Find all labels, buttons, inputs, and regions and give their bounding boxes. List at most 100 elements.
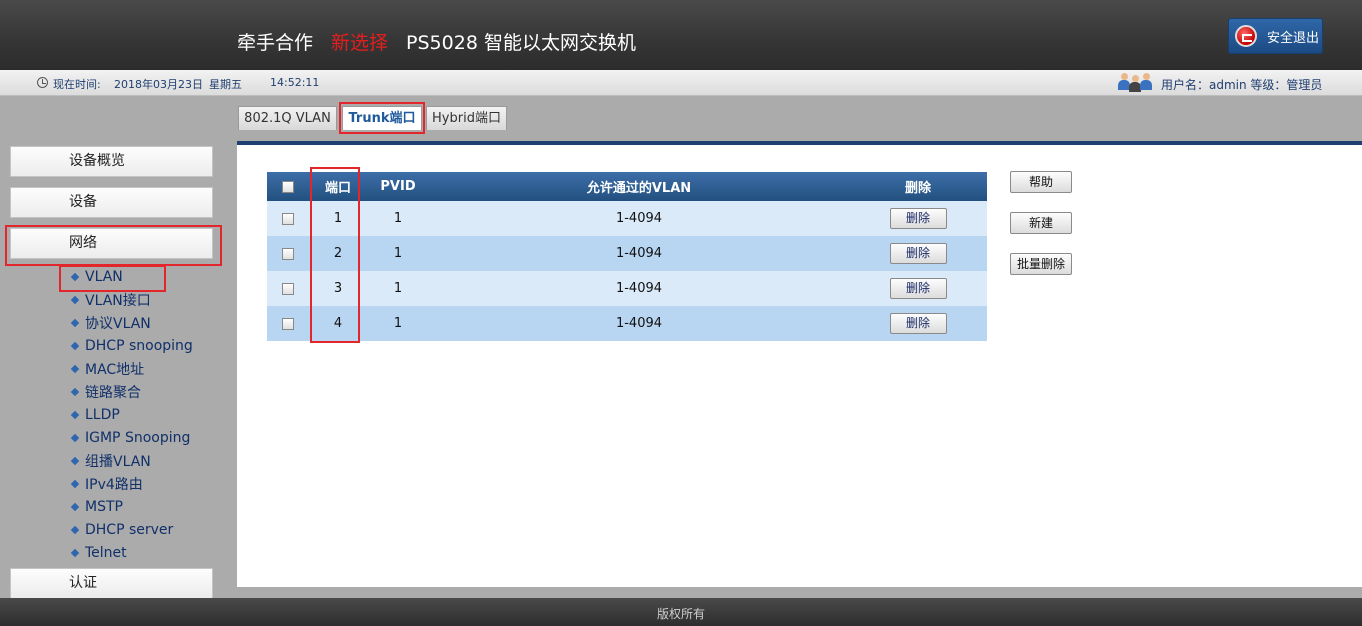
batch-delete-button[interactable]: 批量删除 <box>1010 253 1072 275</box>
submenu-label: 链路聚合 <box>85 384 141 401</box>
table-row: 1 1 1-4094 删除 <box>267 201 987 236</box>
row-checkbox[interactable] <box>282 282 294 295</box>
cell-allowed-vlan: 1-4094 <box>429 201 849 236</box>
submenu-item-mac-address[interactable]: MAC地址 <box>70 357 193 380</box>
select-all-checkbox[interactable] <box>282 180 294 193</box>
delete-row-button[interactable]: 删除 <box>889 278 947 299</box>
submenu-item-dhcp-snooping[interactable]: DHCP snooping <box>70 334 193 357</box>
brand-slogan: 牵手合作 <box>237 32 314 54</box>
submenu-label: VLAN <box>85 268 123 285</box>
cell-pvid: 1 <box>367 201 429 236</box>
tab-8021q-vlan[interactable]: 802.1Q VLAN <box>238 106 337 130</box>
submenu-label: Telnet <box>85 544 127 561</box>
current-time: 14:52:11 <box>270 76 320 89</box>
cell-pvid: 1 <box>367 236 429 271</box>
delete-row-button[interactable]: 删除 <box>889 313 947 334</box>
bullet-icon <box>70 548 80 557</box>
submenu-label: VLAN接口 <box>85 292 151 309</box>
cell-delete: 删除 <box>849 306 987 341</box>
clock-icon <box>37 77 48 88</box>
row-checkbox-cell <box>267 201 309 236</box>
submenu-item-telnet[interactable]: Telnet <box>70 541 193 564</box>
cell-delete: 删除 <box>849 271 987 306</box>
submenu-item-vlan[interactable]: VLAN <box>70 265 193 288</box>
sidebar-item-overview[interactable]: 设备概览 <box>10 146 213 177</box>
submenu-item-ipv4-routing[interactable]: IPv4路由 <box>70 472 193 495</box>
table-row: 3 1 1-4094 删除 <box>267 271 987 306</box>
cell-port: 1 <box>309 201 367 236</box>
cell-port: 3 <box>309 271 367 306</box>
trunk-port-content: 端口 PVID 允许通过的VLAN 删除 1 1 1-4094 删除 2 1 1… <box>237 145 1362 587</box>
bullet-icon <box>70 295 80 304</box>
submenu-item-protocol-vlan[interactable]: 协议VLAN <box>70 311 193 334</box>
submenu-item-vlan-interface[interactable]: VLAN接口 <box>70 288 193 311</box>
main-panel: 802.1Q VLAN Trunk端口 Hybrid端口 端口 PVID 允许通… <box>237 96 1362 598</box>
cell-allowed-vlan: 1-4094 <box>429 271 849 306</box>
submenu-label: 协议VLAN <box>85 315 151 332</box>
submenu-item-mstp[interactable]: MSTP <box>70 495 193 518</box>
row-checkbox[interactable] <box>282 247 294 260</box>
bullet-icon <box>70 364 80 373</box>
submenu-item-igmp-snooping[interactable]: IGMP Snooping <box>70 426 193 449</box>
sidebar-item-authentication[interactable]: 认证 <box>10 568 213 598</box>
bullet-icon <box>70 456 80 465</box>
row-checkbox-cell <box>267 271 309 306</box>
brand-slogan-accent: 新选择 <box>331 32 389 54</box>
cell-delete: 删除 <box>849 201 987 236</box>
submenu-label: MAC地址 <box>85 361 145 378</box>
current-weekday: 星期五 <box>209 78 242 91</box>
new-button[interactable]: 新建 <box>1010 212 1072 234</box>
submenu-item-link-aggregation[interactable]: 链路聚合 <box>70 380 193 403</box>
column-header-pvid: PVID <box>367 172 429 201</box>
submenu-label: IPv4路由 <box>85 476 143 493</box>
trunk-port-table: 端口 PVID 允许通过的VLAN 删除 1 1 1-4094 删除 2 1 1… <box>267 172 987 341</box>
row-checkbox[interactable] <box>282 212 294 225</box>
submenu-label: DHCP snooping <box>85 337 193 354</box>
users-icon <box>1118 73 1154 93</box>
table-header-row: 端口 PVID 允许通过的VLAN 删除 <box>267 172 987 201</box>
time-label: 现在时间: <box>53 78 101 91</box>
submenu-item-dhcp-server[interactable]: DHCP server <box>70 518 193 541</box>
tab-trunk-port[interactable]: Trunk端口 <box>342 106 422 130</box>
copyright-text: 版权所有 <box>656 607 705 621</box>
bullet-icon <box>70 502 80 511</box>
column-header-allowed-vlan: 允许通过的VLAN <box>429 172 849 201</box>
brand-title: 牵手合作 新选择 PS5028 智能以太网交换机 <box>237 28 636 55</box>
cell-allowed-vlan: 1-4094 <box>429 306 849 341</box>
column-header-delete: 删除 <box>849 172 987 201</box>
bullet-icon <box>70 433 80 442</box>
row-checkbox-cell <box>267 236 309 271</box>
cell-allowed-vlan: 1-4094 <box>429 236 849 271</box>
sidebar-item-network[interactable]: 网络 <box>10 228 213 259</box>
submenu-item-lldp[interactable]: LLDP <box>70 403 193 426</box>
power-icon <box>1235 25 1257 47</box>
table-row: 4 1 1-4094 删除 <box>267 306 987 341</box>
cell-delete: 删除 <box>849 236 987 271</box>
current-date: 2018年03月23日 <box>114 78 203 91</box>
bullet-icon <box>70 525 80 534</box>
bullet-icon <box>70 318 80 327</box>
sidebar: 设备概览 设备 网络 VLAN VLAN接口 协议VLAN DHCP snoop… <box>0 96 237 598</box>
row-checkbox-cell <box>267 306 309 341</box>
delete-row-button[interactable]: 删除 <box>889 243 947 264</box>
submenu-item-multicast-vlan[interactable]: 组播VLAN <box>70 449 193 472</box>
device-model-title: PS5028 智能以太网交换机 <box>406 32 636 54</box>
row-checkbox[interactable] <box>282 317 294 330</box>
bullet-icon <box>70 272 80 281</box>
logout-button[interactable]: 安全退出 <box>1228 18 1323 54</box>
user-info: 用户名：admin 等级：管理员 <box>1161 78 1323 92</box>
bullet-icon <box>70 341 80 350</box>
logout-label: 安全退出 <box>1267 30 1320 46</box>
submenu-label: 组播VLAN <box>85 453 151 470</box>
column-header-port: 端口 <box>309 172 367 201</box>
network-submenu: VLAN VLAN接口 协议VLAN DHCP snooping MAC地址 链… <box>70 265 193 564</box>
tab-hybrid-port[interactable]: Hybrid端口 <box>426 106 507 130</box>
table-row: 2 1 1-4094 删除 <box>267 236 987 271</box>
bullet-icon <box>70 479 80 488</box>
top-header: 牵手合作 新选择 PS5028 智能以太网交换机 安全退出 <box>0 0 1362 70</box>
bullet-icon <box>70 387 80 396</box>
sidebar-item-device[interactable]: 设备 <box>10 187 213 218</box>
delete-row-button[interactable]: 删除 <box>889 208 947 229</box>
submenu-label: IGMP Snooping <box>85 429 191 446</box>
help-button[interactable]: 帮助 <box>1010 171 1072 193</box>
